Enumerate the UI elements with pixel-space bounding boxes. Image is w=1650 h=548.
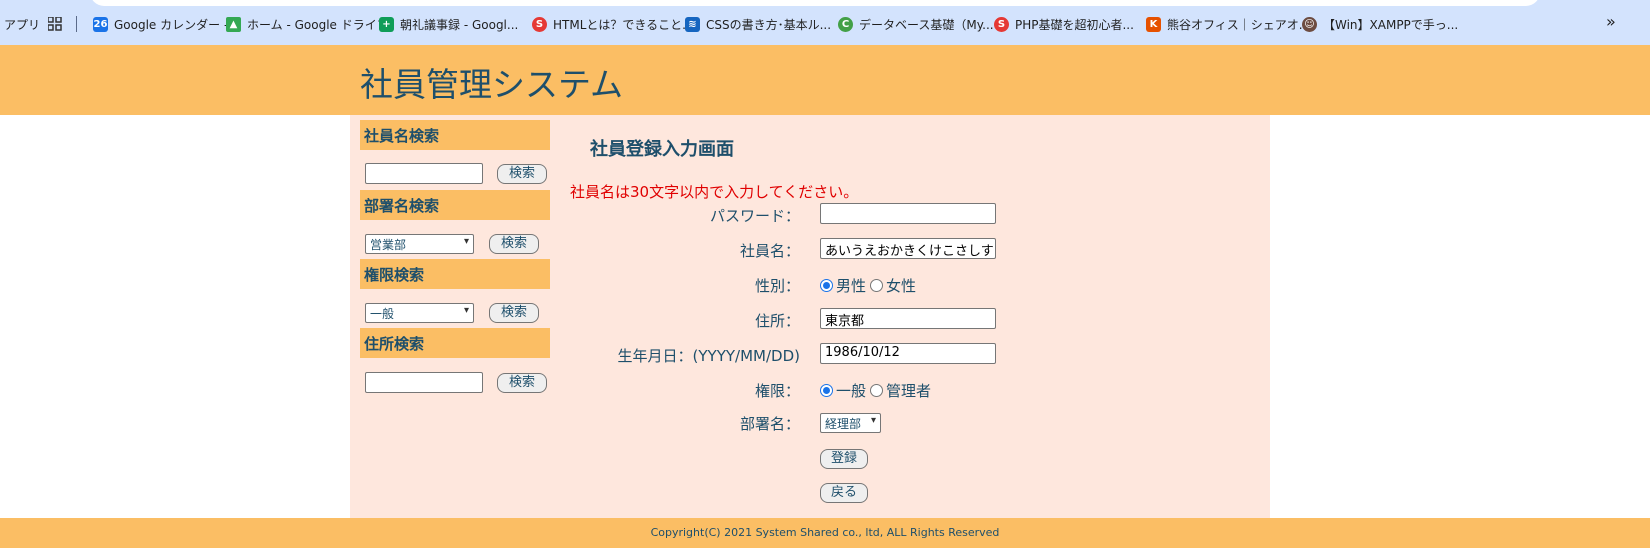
role-label: 権限： [754,382,800,400]
bookmark-label: 【Win】XAMPPで手っ... [1323,17,1459,32]
site-icon: S [994,16,1009,32]
site-icon: S [532,16,547,32]
avatar-icon: ☺ [1302,16,1317,32]
bookmark-apps-label: アプリ [4,17,41,32]
address-field[interactable]: 東京都 [820,308,996,329]
password-label: パスワード： [709,207,800,225]
role-search-button[interactable]: 検索 [489,303,539,323]
role-radio-group: 一般 管理者 [820,380,935,401]
site-header: 社員管理システム [0,45,1650,115]
gender-label: 性別： [754,277,800,295]
bookmark-label: ホーム - Google ドライブ [247,17,389,32]
dept-search-button[interactable]: 検索 [489,234,539,254]
address-search-button[interactable]: 検索 [497,373,547,393]
site-footer: Copyright(C) 2021 System Shared co., ltd… [0,518,1650,548]
site-icon: ≋ [685,16,700,32]
bookmark-label: データベース基礎（My... [859,17,994,32]
role-search-selected: 一般 [370,307,395,321]
bookmark-item[interactable]: K 熊谷オフィス｜シェアオ... [1146,14,1310,34]
dept-select[interactable]: 経理部 ▾ [820,413,881,433]
drive-icon: ▲ [226,16,241,32]
gender-radio-group: 男性 女性 [820,275,920,296]
dept-search-title: 部署名検索 [360,190,550,220]
address-search-input[interactable] [365,372,483,393]
bookmark-item[interactable]: 26 Google カレンダー - [93,14,228,34]
role-search-select[interactable]: 一般 ▾ [365,303,474,323]
role-admin-radio[interactable] [870,384,884,397]
tabstrip-edge [90,0,1540,6]
site-title: 社員管理システム [360,65,624,104]
birth-label: 生年月日：(YYYY/MM/DD) [617,347,800,365]
bookmark-item[interactable]: C データベース基礎（My... [838,14,994,34]
dept-search-selected: 営業部 [370,238,407,252]
bookmark-apps[interactable]: アプリ [4,14,40,34]
name-search-button[interactable]: 検索 [497,164,547,184]
name-search-title: 社員名検索 [360,120,550,150]
gender-male-radio[interactable] [820,279,833,292]
chevron-down-icon: ▾ [463,236,469,247]
bookmark-label: HTMLとは？できること... [553,17,694,32]
birth-field[interactable]: 1986/10/12 [820,343,996,364]
back-button[interactable]: 戻る [820,483,868,503]
register-button[interactable]: 登録 [820,449,868,469]
role-general-label: 一般 [836,382,867,400]
name-search-input[interactable] [365,163,483,184]
copyright-text: Copyright(C) 2021 System Shared co., ltd… [650,526,1000,539]
bookmark-item[interactable]: S PHP基礎を超初心者... [994,14,1134,34]
role-admin-label: 管理者 [886,382,932,400]
role-search-title: 権限検索 [360,259,550,289]
gender-male-label: 男性 [836,277,867,295]
apps-grid-icon[interactable] [48,14,62,34]
bookmark-item[interactable]: ☺ 【Win】XAMPPで手っ... [1302,14,1458,34]
gender-female-radio[interactable] [870,279,884,292]
dept-search-select[interactable]: 営業部 ▾ [365,234,474,254]
main-panel: 社員名検索 検索 部署名検索 営業部 ▾ 検索 権限検索 一般 ▾ 検索 住所検索 … [350,115,1270,518]
bookmark-item[interactable]: ≋ CSSの書き方･基本ル... [685,14,831,34]
bookmark-separator [76,16,77,32]
more-bookmarks-icon[interactable]: » [1606,12,1616,31]
password-field[interactable] [820,203,996,224]
bookmarks-bar: アプリ 26 Google カレンダー - ▲ ホーム - Google ドライブ … [0,0,1650,45]
role-general-radio[interactable] [820,384,833,397]
gender-female-label: 女性 [886,277,917,295]
dept-label: 部署名： [739,415,800,433]
bookmark-label: 熊谷オフィス｜シェアオ... [1167,17,1311,32]
name-label: 社員名： [739,242,800,260]
site-icon: K [1146,16,1161,32]
calendar-icon: 26 [93,16,108,32]
address-label: 住所： [754,312,800,330]
chevron-down-icon: ▾ [870,415,876,426]
bookmark-item[interactable]: ▲ ホーム - Google ドライブ [226,14,389,34]
address-search-title: 住所検索 [360,328,550,358]
error-message: 社員名は30文字以内で入力してください。 [570,183,859,201]
dept-selected: 経理部 [825,417,862,431]
bookmark-label: 朝礼議事録 - Googl... [400,17,519,32]
form-title: 社員登録入力画面 [590,139,734,160]
sheets-icon: + [379,16,394,32]
bookmark-label: Google カレンダー - [114,17,229,32]
bookmark-item[interactable]: S HTMLとは？できること... [532,14,694,34]
bookmark-item[interactable]: + 朝礼議事録 - Googl... [379,14,518,34]
chevron-down-icon: ▾ [463,305,469,316]
name-field[interactable]: あいうえおかきくけこさしす [820,238,996,259]
bookmark-label: CSSの書き方･基本ル... [706,17,832,32]
bookmark-label: PHP基礎を超初心者... [1015,17,1134,32]
site-icon: C [838,16,853,32]
